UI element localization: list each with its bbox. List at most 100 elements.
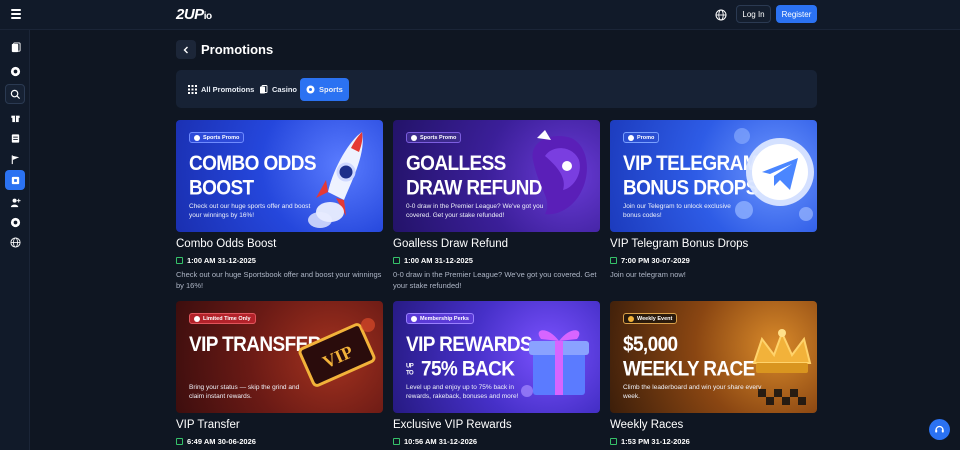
banner-title-line: 75% Back — [421, 357, 515, 382]
banner-description: Climb the leaderboard and win your share… — [623, 384, 762, 400]
promo-badge: Sports Promo — [189, 132, 245, 143]
promo-title[interactable]: Combo Odds Boost — [176, 238, 383, 253]
promo-date: 1:00 AM 31-12-2025 — [176, 255, 383, 266]
banner-description: Bring your status — skip the grind and c… — [189, 384, 300, 400]
sidebar-item-ticket[interactable] — [5, 128, 25, 148]
badge-label: Weekly Event — [637, 315, 673, 322]
promo-banner[interactable]: Promo VIP Telegram Bonus Drops Join our T… — [610, 120, 817, 232]
support-chat-button[interactable] — [929, 419, 950, 440]
banner-title-line: Weekly Race — [623, 357, 755, 382]
sidebar-item-language[interactable] — [5, 232, 25, 252]
grid-icon — [188, 85, 197, 94]
promo-title[interactable]: Weekly Races — [610, 419, 817, 434]
tab-casino[interactable]: Casino — [253, 78, 303, 101]
headset-icon — [935, 425, 944, 433]
promo-date: 1:00 AM 31-12-2025 — [393, 255, 600, 266]
promo-badge: Promo — [623, 132, 660, 143]
crown-icon — [752, 329, 812, 405]
promo-title[interactable]: VIP Telegram Bonus Drops — [610, 238, 817, 253]
promo-banner[interactable]: Limited Time Only VIP Transfer Bring you… — [176, 301, 383, 413]
sidebar-item-search[interactable] — [5, 84, 25, 104]
banner-title-line: Boost — [189, 176, 254, 201]
page-title: Promotions — [201, 42, 274, 57]
tab-all-promotions[interactable]: All Promotions — [182, 78, 260, 101]
badge-label: Limited Time Only — [203, 315, 251, 322]
promo-title[interactable]: Exclusive VIP Rewards — [393, 419, 600, 434]
promo-card[interactable]: Sports Promo Goalless Draw Refund 0-0 dra… — [393, 120, 600, 291]
promo-card[interactable]: Sports Promo Combo Odds Boost Check out o… — [176, 120, 383, 291]
sidebar-item-flag[interactable] — [5, 149, 25, 169]
top-header: 2UPio Log In Register — [0, 0, 960, 30]
promo-banner[interactable]: Weekly Event $5,000 Weekly Race Climb the… — [610, 301, 817, 413]
banner-description: Check out our huge sports offer and boos… — [189, 203, 311, 219]
gift-icon — [10, 115, 20, 122]
login-button[interactable]: Log In — [736, 5, 771, 23]
sidebar-item-referral[interactable] — [5, 192, 25, 212]
promo-card[interactable]: Weekly Event $5,000 Weekly Race Climb the… — [610, 301, 817, 447]
badge-label: Membership Perks — [420, 315, 469, 322]
search-icon — [10, 89, 20, 99]
ticket-icon — [11, 133, 19, 143]
banner-title-line: Draw Refund — [406, 176, 543, 201]
ball-icon — [306, 85, 315, 94]
sidebar-item-casino[interactable] — [5, 37, 25, 57]
promo-title[interactable]: Goalless Draw Refund — [393, 238, 600, 253]
register-button[interactable]: Register — [776, 5, 817, 23]
promo-card[interactable]: Limited Time Only VIP Transfer Bring you… — [176, 301, 383, 447]
banner-title-line: Combo Odds — [189, 152, 317, 176]
tab-label: Casino — [272, 85, 298, 94]
promo-card[interactable]: Membership Perks VIP Rewards UP TO 75% Ba… — [393, 301, 600, 447]
banner-title: VIP Rewards UP TO 75% Back — [406, 333, 533, 382]
back-button[interactable] — [176, 40, 196, 59]
logo[interactable]: 2UPio — [176, 6, 212, 23]
logo-main: 2UP — [176, 6, 204, 23]
promo-tabs: All Promotions Casino Sports — [176, 70, 817, 108]
calendar-icon — [610, 438, 617, 445]
promo-badge: Limited Time Only — [189, 313, 256, 324]
promo-card[interactable]: Promo VIP Telegram Bonus Drops Join our T… — [610, 120, 817, 280]
banner-description: Join our Telegram to unlock exclusive bo… — [623, 203, 731, 219]
menu-icon[interactable] — [11, 9, 21, 19]
vip-ticket-icon: VIP — [298, 318, 376, 387]
tab-label: All Promotions — [201, 85, 255, 94]
gift-box-icon — [521, 330, 589, 397]
telegram-icon — [734, 128, 814, 221]
banner-small-text: UP TO — [406, 363, 414, 377]
sidebar — [0, 30, 30, 450]
badge-label: Sports Promo — [420, 134, 457, 141]
promo-banner[interactable]: Sports Promo Combo Odds Boost Check out o… — [176, 120, 383, 232]
badge-label: Promo — [637, 134, 655, 141]
globe-icon — [9, 236, 21, 248]
promo-description: Join our telegram now! — [610, 270, 686, 279]
banner-title: $5,000 Weekly Race — [623, 333, 755, 382]
logo-suffix: io — [203, 11, 212, 22]
globe-icon[interactable] — [715, 9, 727, 21]
flag-icon — [11, 154, 19, 164]
promo-banner[interactable]: Membership Perks VIP Rewards UP TO 75% Ba… — [393, 301, 600, 413]
calendar-icon — [610, 257, 617, 264]
sidebar-item-gift[interactable] — [5, 107, 25, 127]
calendar-icon — [176, 438, 183, 445]
sidebar-item-promotions[interactable] — [5, 170, 25, 190]
promo-badge: Sports Promo — [406, 132, 462, 143]
promo-title[interactable]: VIP Transfer — [176, 419, 383, 434]
sidebar-item-sports[interactable] — [5, 61, 25, 81]
add-user-icon — [10, 198, 21, 207]
promo-badge: Weekly Event — [623, 313, 678, 324]
ball-icon — [10, 66, 20, 76]
cards-icon — [260, 85, 268, 94]
sidebar-item-support[interactable] — [5, 212, 25, 232]
promo-icon — [11, 176, 19, 184]
banner-title-line: Goalless — [406, 152, 506, 176]
banner-title: Combo Odds Boost — [189, 152, 317, 201]
tab-label: Sports — [319, 85, 343, 94]
banner-title: Goalless Draw Refund — [406, 152, 543, 201]
chevron-left-icon — [183, 46, 188, 53]
calendar-icon — [393, 257, 400, 264]
promo-date: 10:56 AM 31-12-2026 — [393, 436, 600, 447]
tab-sports[interactable]: Sports — [300, 78, 349, 101]
promo-banner[interactable]: Sports Promo Goalless Draw Refund 0-0 dra… — [393, 120, 600, 232]
promo-date-text: 1:00 AM 31-12-2025 — [404, 256, 473, 265]
banner-title-line: VIP Rewards — [406, 333, 533, 357]
promo-date-text: 1:00 AM 31-12-2025 — [187, 256, 256, 265]
